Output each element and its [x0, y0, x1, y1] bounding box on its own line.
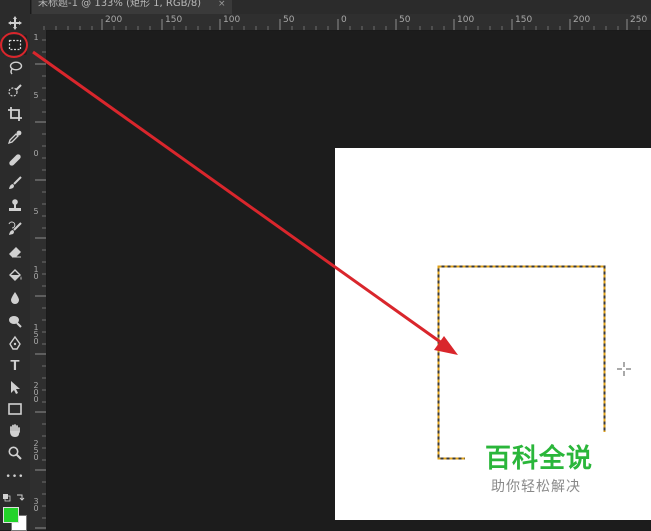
foreground-color-swatch[interactable] [3, 507, 19, 523]
watermark-title: 百科全说 [485, 444, 594, 474]
type-tool[interactable]: T [3, 355, 27, 375]
hand-tool[interactable] [3, 421, 27, 441]
ruler-label: 2 5 0 [33, 439, 39, 462]
dodge-icon [9, 316, 22, 328]
ruler-label: 0 [341, 15, 347, 25]
history-brush-tool[interactable] [3, 219, 27, 239]
tools-panel: T ••• [0, 0, 31, 531]
clone-stamp-tool[interactable] [3, 196, 27, 216]
stamp-icon [9, 199, 21, 211]
healing-brush-tool[interactable] [3, 150, 27, 170]
zoom-icon [8, 446, 22, 460]
paint-bucket-tool[interactable] [3, 265, 27, 285]
marquee-icon [8, 39, 22, 51]
ruler-label: 1 [33, 33, 39, 42]
ruler-label: 1 5 0 [33, 323, 39, 346]
ruler-label: 200 [573, 15, 591, 25]
dodge-tool[interactable] [3, 311, 27, 331]
brush-icon [9, 176, 22, 189]
ruler-label: 200 [105, 15, 123, 25]
ruler-label: 250 [630, 15, 648, 25]
close-tab-icon[interactable]: × [218, 0, 226, 9]
ruler-label: 5 [33, 91, 39, 100]
drop-icon [11, 292, 19, 304]
history-brush-icon [8, 221, 22, 235]
blur-tool[interactable] [3, 288, 27, 308]
ruler-label: 150 [165, 15, 183, 25]
eraser-tool[interactable] [3, 242, 27, 262]
ruler-label: 150 [515, 15, 533, 25]
ruler-label: 2 0 0 [33, 381, 39, 404]
type-icon: T [10, 356, 20, 374]
edit-toolbar[interactable]: ••• [3, 467, 27, 487]
bandage-icon [9, 154, 21, 166]
ruler-label: 0 [33, 149, 39, 158]
ruler-label: 3 0 [33, 497, 39, 513]
swap-colors-icon[interactable] [1, 492, 29, 504]
vertical-ruler: 1 5 0 5 1 0 1 5 0 2 0 0 2 5 0 3 0 [30, 30, 47, 530]
ruler-label: 100 [223, 15, 241, 25]
eyedropper-icon [7, 130, 22, 145]
move-tool[interactable] [3, 13, 27, 33]
document-tab[interactable]: 未标题-1 @ 133% (矩形 1, RGB/8) [32, 0, 232, 14]
rectangular-marquee-tool[interactable] [3, 35, 27, 55]
quick-select-icon [8, 84, 22, 97]
eyedropper-tool[interactable] [3, 127, 27, 147]
hand-icon [10, 424, 20, 437]
pen-icon [9, 335, 21, 350]
ruler-label: 5 [33, 207, 39, 216]
rectangle-tool[interactable] [3, 399, 27, 419]
pointer-icon [11, 381, 20, 394]
lasso-tool[interactable] [3, 58, 27, 78]
eraser-icon [9, 247, 21, 258]
ellipsis-icon: ••• [5, 472, 25, 482]
crop-tool[interactable] [3, 104, 27, 124]
ruler-label: 50 [399, 15, 411, 25]
ruler-label: 50 [283, 15, 295, 25]
ruler-label: 100 [457, 15, 475, 25]
path-selection-tool[interactable] [3, 377, 27, 397]
ruler-label: 1 0 [33, 265, 39, 281]
lasso-icon [9, 61, 23, 75]
zoom-tool[interactable] [3, 443, 27, 463]
crop-icon [8, 107, 22, 121]
move-icon [8, 16, 22, 30]
brush-tool[interactable] [3, 173, 27, 193]
pen-tool[interactable] [3, 333, 27, 353]
quick-selection-tool[interactable] [3, 81, 27, 101]
rectangle-icon [8, 403, 22, 415]
horizontal-ruler: 200 150 100 50 0 50 100 150 200 250 [30, 14, 651, 31]
bucket-icon [9, 269, 22, 281]
watermark-subtitle: 助你轻松解决 [491, 479, 581, 495]
crosshair-cursor-icon [617, 362, 631, 376]
document-tab-title: 未标题-1 @ 133% (矩形 1, RGB/8) [38, 0, 202, 9]
document-tab-bar: 未标题-1 @ 133% (矩形 1, RGB/8) × [0, 0, 651, 14]
